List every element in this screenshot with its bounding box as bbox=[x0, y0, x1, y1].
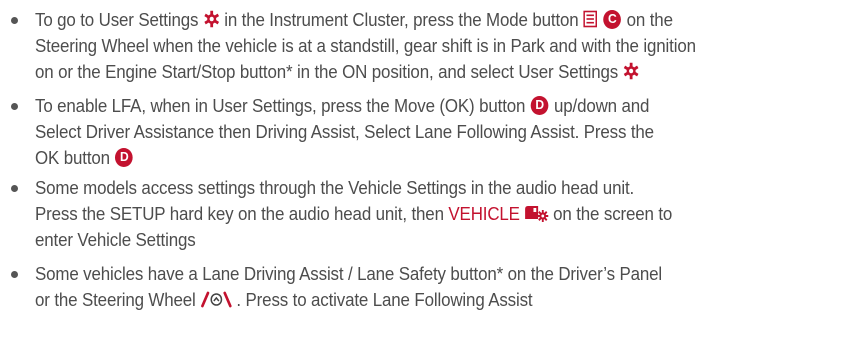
list-item-text: Some models access settings through the … bbox=[35, 175, 790, 253]
text-span: or the Steering Wheel bbox=[35, 290, 196, 310]
lane-assist-icon bbox=[200, 291, 232, 308]
text-line: Select Driver Assistance then Driving As… bbox=[35, 122, 654, 142]
text-span: up/down and bbox=[553, 96, 650, 116]
text-line: To enable LFA, when in User Settings, pr… bbox=[35, 93, 790, 119]
text-line: or the Steering Wheel . Press to activat… bbox=[35, 287, 790, 313]
text-line: Some vehicles have a Lane Driving Assist… bbox=[35, 264, 663, 284]
list-item-text: Some vehicles have a Lane Driving Assist… bbox=[35, 261, 790, 313]
text-span: . Press to activate Lane Following Assis… bbox=[236, 290, 533, 310]
vehicle-settings-icon bbox=[525, 206, 549, 223]
gear-icon bbox=[203, 10, 219, 28]
button-d-badge: D bbox=[530, 95, 549, 115]
bullet-dot bbox=[11, 17, 18, 24]
text-line: Some models access settings through the … bbox=[35, 178, 635, 198]
mode-button-icon bbox=[583, 10, 598, 28]
list-item-text: To go to User Settings in the Instrument… bbox=[35, 7, 790, 85]
instruction-document: To go to User Settings in the Instrument… bbox=[0, 0, 847, 339]
gear-icon bbox=[623, 62, 639, 80]
bullet-dot bbox=[11, 103, 18, 110]
button-d-badge: D bbox=[115, 147, 134, 167]
text-line: Steering Wheel when the vehicle is at a … bbox=[35, 36, 696, 56]
text-span: OK button bbox=[35, 148, 110, 168]
text-span: Press the SETUP hard key on the audio he… bbox=[35, 204, 444, 224]
text-line: enter Vehicle Settings bbox=[35, 230, 196, 250]
text-span: on the bbox=[626, 10, 673, 30]
text-line: To go to User Settings in the Instrument… bbox=[35, 7, 790, 33]
text-span: on or the Engine Start/Stop button* in t… bbox=[35, 62, 619, 82]
bullet-dot bbox=[11, 271, 18, 278]
vehicle-label: VEHICLE bbox=[448, 204, 520, 224]
text-span: To go to User Settings bbox=[35, 10, 199, 30]
text-span: on the screen to bbox=[553, 204, 673, 224]
button-c-badge: C bbox=[603, 9, 622, 29]
text-line: on or the Engine Start/Stop button* in t… bbox=[35, 59, 790, 85]
text-line: OK button D bbox=[35, 145, 790, 171]
list-item-text: To enable LFA, when in User Settings, pr… bbox=[35, 93, 790, 171]
bullet-dot bbox=[11, 185, 18, 192]
text-line: Press the SETUP hard key on the audio he… bbox=[35, 201, 790, 227]
text-span: in the Instrument Cluster, press the Mod… bbox=[224, 10, 579, 30]
text-span: To enable LFA, when in User Settings, pr… bbox=[35, 96, 526, 116]
